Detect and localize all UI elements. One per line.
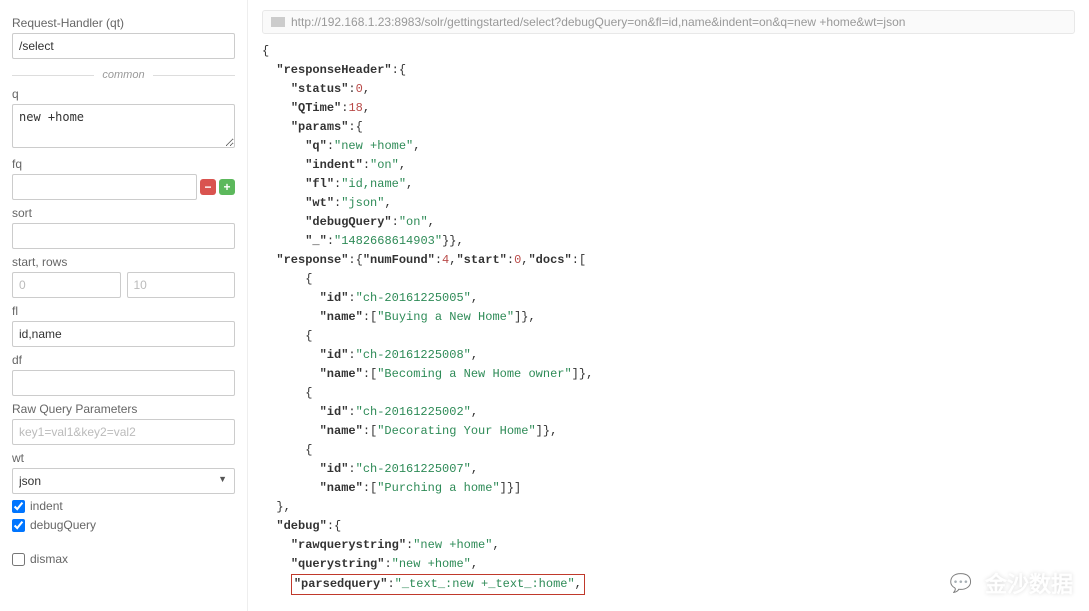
start-rows-label: start, rows: [12, 255, 235, 269]
url-bar: http://192.168.1.23:8983/solr/gettingsta…: [262, 10, 1075, 34]
url-link[interactable]: http://192.168.1.23:8983/solr/gettingsta…: [291, 15, 905, 29]
divider-label: common: [94, 69, 152, 81]
df-label: df: [12, 353, 235, 367]
common-divider: common: [12, 69, 235, 81]
wt-label: wt: [12, 451, 235, 465]
q-input[interactable]: new +home: [12, 104, 235, 148]
wt-select[interactable]: [12, 468, 235, 494]
result-panel: http://192.168.1.23:8983/solr/gettingsta…: [248, 0, 1089, 611]
link-icon: [271, 17, 285, 27]
q-label: q: [12, 87, 235, 101]
dismax-label: dismax: [30, 552, 68, 566]
debugquery-label: debugQuery: [30, 518, 96, 532]
remove-fq-button[interactable]: −: [200, 179, 216, 195]
json-output: { "responseHeader":{ "status":0, "QTime"…: [262, 42, 1075, 595]
watermark: 💬 金沙数据: [945, 567, 1073, 599]
sort-label: sort: [12, 206, 235, 220]
fq-input[interactable]: [12, 174, 197, 200]
indent-label: indent: [30, 499, 63, 513]
df-input[interactable]: [12, 370, 235, 396]
watermark-text: 金沙数据: [985, 567, 1073, 599]
indent-checkbox[interactable]: [12, 500, 25, 513]
rawquery-input[interactable]: [12, 419, 235, 445]
dismax-checkbox[interactable]: [12, 553, 25, 566]
qt-input[interactable]: [12, 33, 235, 59]
fq-label: fq: [12, 157, 235, 171]
query-sidebar: Request-Handler (qt) common q new +home …: [0, 0, 248, 611]
rawquery-label: Raw Query Parameters: [12, 402, 235, 416]
fl-input[interactable]: [12, 321, 235, 347]
sort-input[interactable]: [12, 223, 235, 249]
add-fq-button[interactable]: +: [219, 179, 235, 195]
debugquery-checkbox[interactable]: [12, 519, 25, 532]
qt-label: Request-Handler (qt): [12, 16, 235, 30]
rows-input[interactable]: [127, 272, 236, 298]
chat-icon: 💬: [945, 567, 977, 599]
fl-label: fl: [12, 304, 235, 318]
start-input[interactable]: [12, 272, 121, 298]
